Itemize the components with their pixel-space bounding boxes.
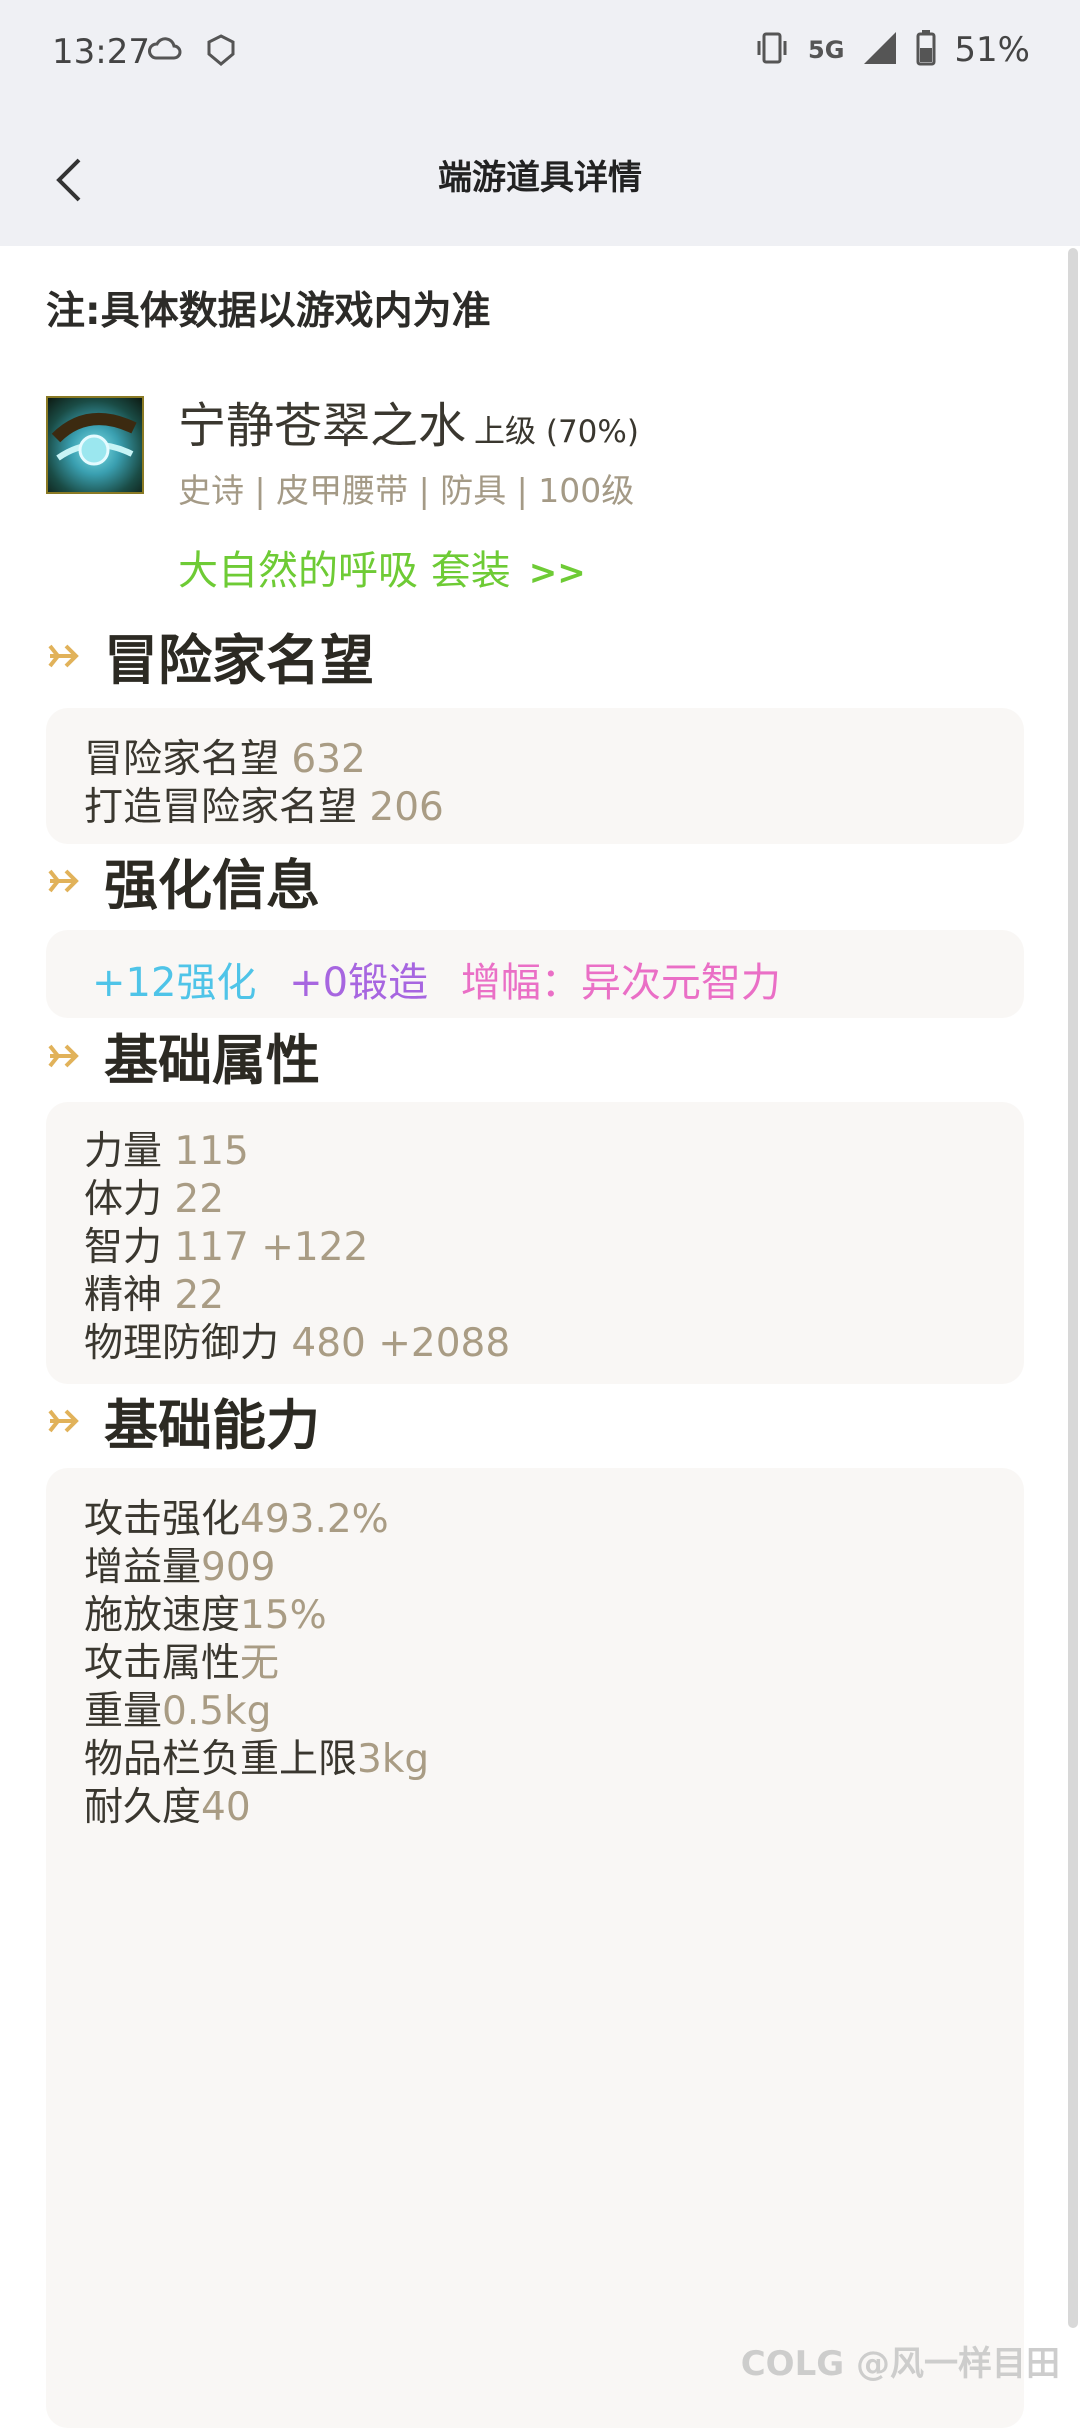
network-label: 5G [808, 36, 845, 64]
enhance-line: +12强化 +0锻造 增幅：异次元智力 [92, 950, 801, 1008]
item-name: 宁静苍翠之水 上级 (70%) [178, 386, 639, 456]
battery-icon [916, 30, 936, 70]
vibrate-icon [754, 31, 790, 69]
base-attributes-card: 力量 115 体力 22 智力 117 +122 精神 22 物理防御力 480… [46, 1102, 1024, 1384]
reputation-card: 冒险家名望 632 打造冒险家名望 206 [46, 708, 1024, 844]
content-scroll[interactable]: 注:具体数据以游戏内为准 宁静苍翠之水 上级 (70%) 史诗 | 皮甲腰带 | … [0, 246, 1080, 2428]
stat-row: 物理防御力 480 +2088 [84, 1321, 511, 1366]
section-title: 冒险家名望 [104, 629, 374, 692]
section-header-base-attributes: 基础属性 [46, 1016, 320, 1095]
nav-bar: 端游道具详情 [0, 120, 1080, 240]
section-title: 强化信息 [104, 854, 320, 917]
item-grade: 上级 (70%) [474, 414, 639, 450]
base-ability-card: 攻击强化493.2% 增益量909 施放速度15% 攻击属性无 重量0.5kg … [46, 1468, 1024, 2428]
section-title: 基础能力 [104, 1394, 320, 1457]
section-header-base-ability: 基础能力 [46, 1381, 320, 1460]
section-title: 基础属性 [104, 1029, 320, 1092]
enhance-card: +12强化 +0锻造 增幅：异次元智力 [46, 930, 1024, 1018]
stat-row: 耐久度40 [84, 1785, 251, 1830]
section-header-enhance: 强化信息 [46, 841, 320, 920]
section-header-reputation: 冒险家名望 [46, 616, 374, 695]
cloud-icon [148, 34, 182, 68]
set-link[interactable]: 大自然的呼吸 套装 >> [178, 538, 586, 596]
scrollbar[interactable] [1068, 248, 1078, 2328]
forge-level: +0锻造 [289, 960, 429, 1006]
amplify-info: 增幅：异次元智力 [460, 960, 781, 1006]
status-bar: 13:27 5G 51% [0, 0, 1080, 110]
section-arrow-icon [48, 644, 79, 667]
section-arrow-icon [48, 869, 79, 892]
set-arrows: >> [528, 553, 586, 593]
watermark: COLG @风一样目田 [740, 2344, 1060, 2384]
item-icon [46, 396, 144, 494]
top-bar: 13:27 5G 51% 端游道具详情 [0, 0, 1080, 246]
signal-icon [862, 30, 898, 70]
stat-row: 打造冒险家名望 206 [84, 785, 444, 830]
page-title: 端游道具详情 [438, 158, 642, 198]
section-arrow-icon [48, 1409, 79, 1432]
shield-icon [206, 34, 236, 70]
item-tags: 史诗 | 皮甲腰带 | 防具 | 100级 [178, 471, 635, 510]
disclaimer-note: 注:具体数据以游戏内为准 [46, 289, 491, 334]
reinforce-level: +12强化 [92, 960, 257, 1006]
section-arrow-icon [48, 1044, 79, 1067]
battery-percent: 51% [954, 30, 1030, 70]
status-time: 13:27 [52, 32, 150, 72]
set-name: 大自然的呼吸 套装 [178, 548, 511, 594]
item-name-text: 宁静苍翠之水 [178, 398, 467, 454]
